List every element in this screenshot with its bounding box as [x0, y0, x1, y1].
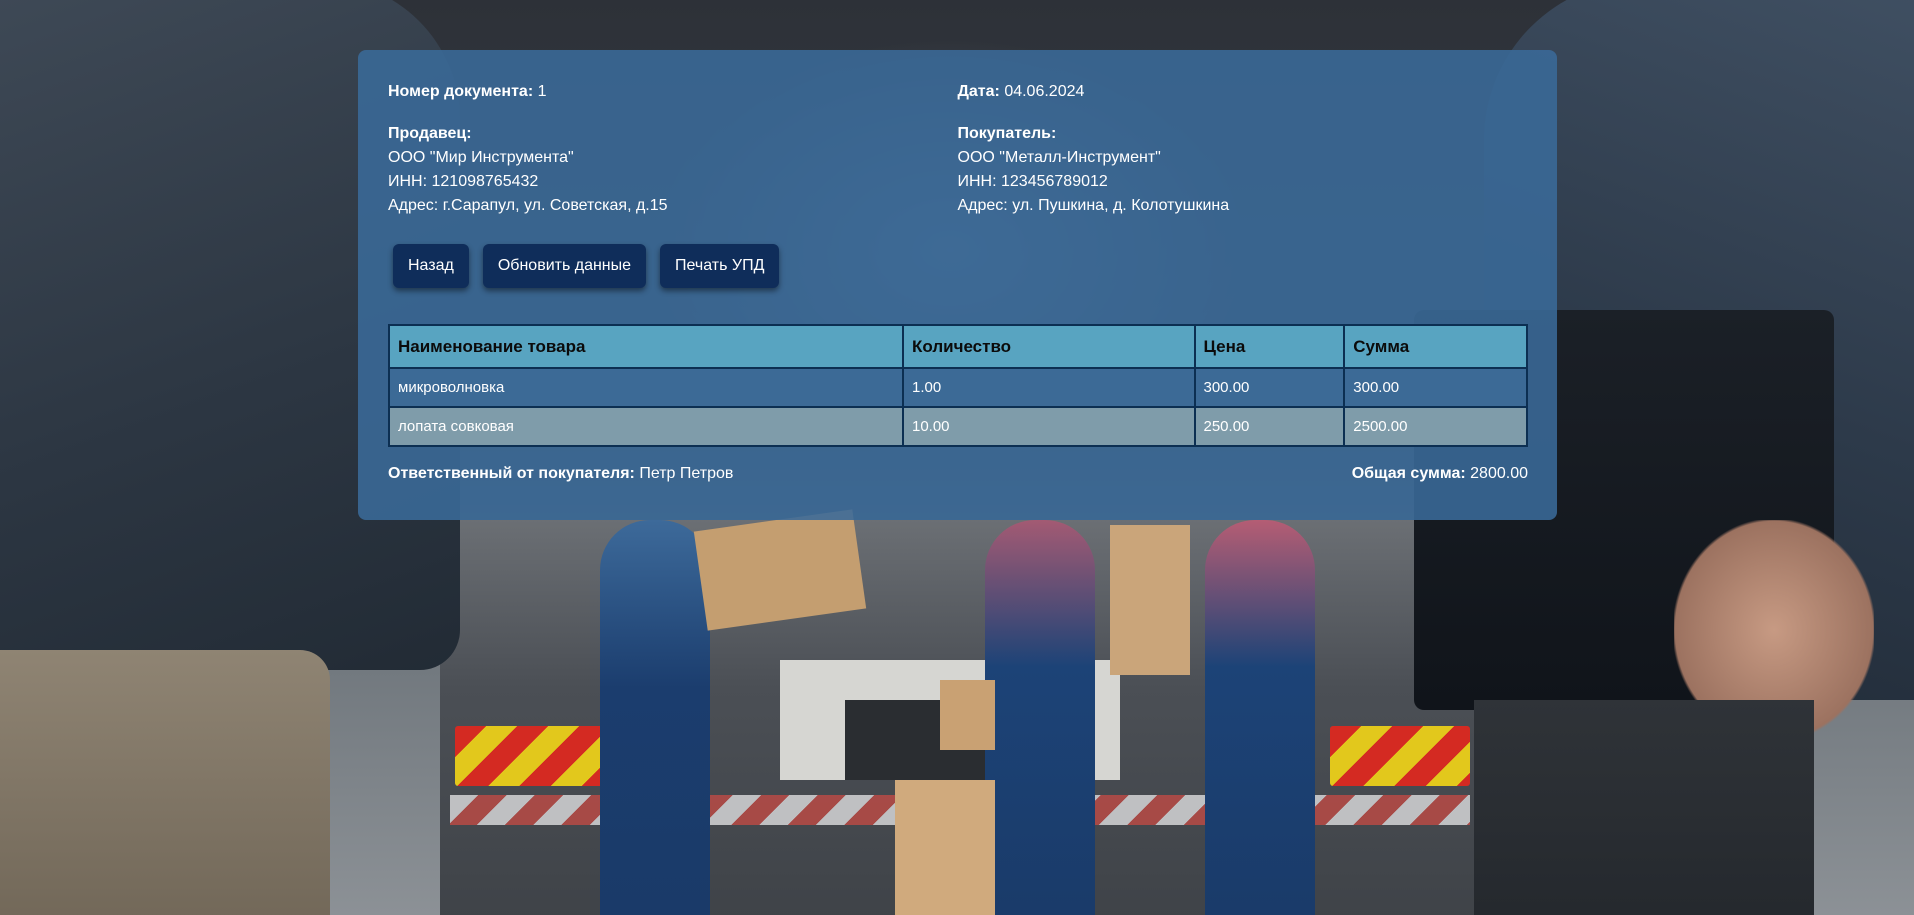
document-number-value: 1: [537, 83, 547, 100]
buyer-name: ООО "Металл-Инструмент": [957, 149, 1161, 166]
document-date-label: Дата:: [957, 83, 1000, 100]
table-row: микроволновка 1.00 300.00 300.00: [388, 367, 1528, 408]
cell-quantity: 10.00: [901, 406, 1196, 447]
background-box: [895, 780, 995, 915]
print-upd-button[interactable]: Печать УПД: [660, 244, 780, 288]
cell-sum: 2500.00: [1343, 406, 1528, 447]
action-bar: Назад Обновить данные Печать УПД: [393, 244, 1527, 288]
document-date: Дата: 04.06.2024: [958, 82, 1528, 102]
background-box: [940, 680, 995, 750]
total-sum: Общая сумма: 2800.00: [1352, 465, 1528, 483]
total-sum-label: Общая сумма:: [1351, 465, 1466, 482]
buyer-address: Адрес: ул. Пушкина, д. Колотушкина: [957, 197, 1230, 214]
buyer-responsible-label: Ответственный от покупателя:: [388, 465, 635, 482]
background-person-left-pants: [0, 650, 330, 915]
document-date-value: 04.06.2024: [1004, 83, 1085, 100]
background-worker: [1205, 520, 1315, 915]
document-footer: Ответственный от покупателя: Петр Петров…: [388, 465, 1528, 483]
cell-sum: 300.00: [1343, 367, 1528, 408]
cell-price: 250.00: [1193, 406, 1346, 447]
back-button[interactable]: Назад: [393, 244, 469, 288]
background-box: [1110, 525, 1190, 675]
cell-price: 300.00: [1193, 367, 1346, 408]
document-panel: Номер документа: 1 Продавец: ООО "Мир Ин…: [358, 50, 1557, 520]
seller-inn: ИНН: 121098765432: [388, 173, 539, 190]
buyer-responsible: Ответственный от покупателя: Петр Петров: [388, 465, 733, 483]
seller-address: Адрес: г.Сарапул, ул. Советская, д.15: [388, 197, 668, 214]
column-header-sum: Сумма: [1343, 324, 1528, 369]
background-warning-stripe: [1330, 726, 1470, 786]
background-person-right-pants: [1474, 700, 1814, 915]
refresh-button[interactable]: Обновить данные: [482, 244, 647, 288]
column-header-price: Цена: [1193, 324, 1346, 369]
cell-item-name: лопата совковая: [388, 406, 904, 447]
cell-quantity: 1.00: [901, 367, 1196, 408]
column-header-quantity: Количество: [901, 324, 1196, 369]
table-header-row: Наименование товара Количество Цена Сумм…: [388, 324, 1528, 369]
document-header: Номер документа: 1 Продавец: ООО "Мир Ин…: [388, 82, 1527, 218]
document-number: Номер документа: 1: [388, 82, 958, 102]
buyer-label: Покупатель:: [957, 125, 1057, 142]
seller-column: Номер документа: 1 Продавец: ООО "Мир Ин…: [388, 82, 958, 218]
buyer-inn: ИНН: 123456789012: [957, 173, 1108, 190]
buyer-column: Дата: 04.06.2024 Покупатель: ООО "Металл…: [958, 82, 1528, 218]
background-worker: [985, 520, 1095, 915]
seller-label: Продавец:: [388, 125, 472, 142]
document-number-label: Номер документа:: [388, 83, 534, 100]
total-sum-value: 2800.00: [1470, 465, 1528, 482]
background-worker: [600, 520, 710, 915]
cell-item-name: микроволновка: [388, 367, 904, 408]
items-table: Наименование товара Количество Цена Сумм…: [388, 324, 1528, 447]
buyer-responsible-value: Петр Петров: [639, 465, 734, 482]
column-header-name: Наименование товара: [388, 324, 904, 369]
seller-name: ООО "Мир Инструмента": [388, 149, 574, 166]
table-row: лопата совковая 10.00 250.00 2500.00: [388, 406, 1528, 447]
background-warning-stripe: [455, 726, 615, 786]
